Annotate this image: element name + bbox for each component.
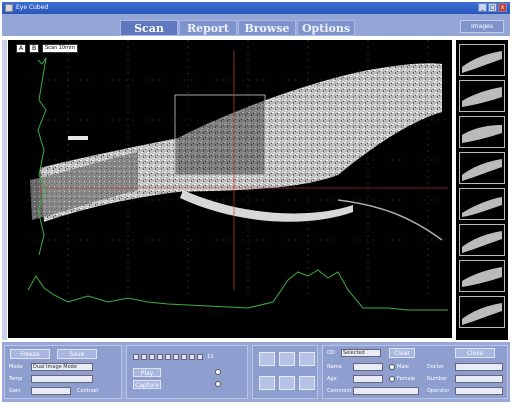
frame-button[interactable] — [157, 354, 163, 360]
capture-button[interactable]: Capture — [133, 380, 161, 389]
number-label: Number — [427, 376, 448, 382]
title-bar: Eye Cubed _ □ x — [2, 2, 510, 14]
thumbnail-item[interactable] — [459, 152, 505, 184]
age-field[interactable] — [353, 375, 383, 383]
frame-button[interactable] — [197, 354, 203, 360]
maximize-button[interactable]: □ — [488, 3, 497, 12]
male-label: Male — [397, 364, 409, 370]
scale-label: 1X — [207, 354, 214, 360]
male-radio[interactable] — [389, 364, 395, 370]
comment-field[interactable] — [353, 387, 419, 395]
save-button[interactable]: Save — [57, 349, 97, 359]
close-button[interactable]: x — [498, 3, 507, 12]
ultrasound-viewer[interactable]: A B Scan 10mm — [8, 40, 452, 338]
option-radio[interactable] — [215, 369, 221, 375]
gain-slider[interactable] — [31, 387, 71, 395]
minimize-button[interactable]: _ — [478, 3, 487, 12]
thumbnail-item[interactable] — [459, 296, 505, 328]
option-radio[interactable] — [215, 381, 221, 387]
gain-label: Gain — [9, 388, 21, 394]
scan-controls-group: Freeze Save Mode Dual Image Mode Temp Ga… — [4, 345, 122, 399]
doctor-field[interactable] — [455, 363, 503, 371]
cine-controls-group: 1X Play Capture — [126, 345, 248, 399]
thumbnail-item[interactable] — [459, 44, 505, 76]
horizontal-a-scan — [27, 269, 448, 311]
frame-button[interactable] — [141, 354, 147, 360]
tab-scan[interactable]: Scan — [120, 20, 178, 36]
layout-group — [252, 345, 318, 399]
frame-button[interactable] — [133, 354, 139, 360]
layout-single-button[interactable] — [259, 352, 275, 366]
layout-grid-button[interactable] — [279, 376, 295, 390]
ultrasound-image — [27, 40, 448, 311]
tool-b-button[interactable]: B — [29, 44, 39, 53]
eye-field[interactable]: Selected — [341, 349, 381, 357]
thumbnail-item[interactable] — [459, 116, 505, 148]
eye-label: OD — [327, 350, 335, 356]
patient-info-group: OD Selected Clear Close Name Male Doctor… — [322, 345, 508, 399]
app-icon — [5, 4, 13, 12]
thumbnail-strip — [456, 40, 508, 340]
viewer-scrollbar[interactable] — [2, 40, 7, 340]
lens-capsule — [180, 190, 353, 222]
operator-label: Operator — [427, 388, 450, 394]
layout-quad-button[interactable] — [259, 376, 275, 390]
thumbnail-item[interactable] — [459, 188, 505, 220]
tab-report[interactable]: Report — [179, 20, 237, 36]
thumbnail-item[interactable] — [459, 260, 505, 292]
thumbnail-item[interactable] — [459, 80, 505, 112]
name-field[interactable] — [353, 363, 383, 371]
frame-button[interactable] — [189, 354, 195, 360]
age-label: Age — [327, 376, 337, 382]
female-radio[interactable] — [389, 376, 395, 382]
name-label: Name — [327, 364, 342, 370]
vertical-a-scan — [37, 57, 47, 256]
tab-bar: Scan Report Browse Options Images — [2, 14, 510, 36]
frame-button[interactable] — [181, 354, 187, 360]
operator-field[interactable] — [455, 387, 503, 395]
freeze-button[interactable]: Freeze — [10, 349, 50, 359]
layout-split-button[interactable] — [279, 352, 295, 366]
layout-overlay-button[interactable] — [299, 376, 315, 390]
frame-button[interactable] — [149, 354, 155, 360]
images-button[interactable]: Images — [460, 20, 504, 33]
scan-label: Scan 10mm — [42, 44, 78, 53]
control-panel: Freeze Save Mode Dual Image Mode Temp Ga… — [2, 342, 510, 402]
comment-label: Comment — [327, 388, 352, 394]
layout-dual-button[interactable] — [299, 352, 315, 366]
temp-label: Temp — [9, 376, 23, 382]
frame-button[interactable] — [173, 354, 179, 360]
window-controls: _ □ x — [478, 3, 507, 12]
contrast-label: Contrast — [77, 388, 99, 394]
number-field[interactable] — [455, 375, 503, 383]
tab-browse[interactable]: Browse — [238, 20, 296, 36]
temp-field[interactable] — [31, 375, 93, 383]
doctor-label: Doctor — [427, 364, 444, 370]
clear-button[interactable]: Clear — [389, 348, 415, 358]
tab-options[interactable]: Options — [297, 20, 355, 36]
tool-a-button[interactable]: A — [16, 44, 26, 53]
thumbnail-item[interactable] — [459, 224, 505, 256]
mode-label: Mode — [9, 364, 23, 370]
frame-button[interactable] — [165, 354, 171, 360]
close-button[interactable]: Close — [455, 348, 495, 358]
female-label: Female — [397, 376, 416, 382]
window-title: Eye Cubed — [16, 4, 49, 11]
mode-select[interactable]: Dual Image Mode — [31, 363, 93, 371]
play-button[interactable]: Play — [133, 368, 161, 377]
